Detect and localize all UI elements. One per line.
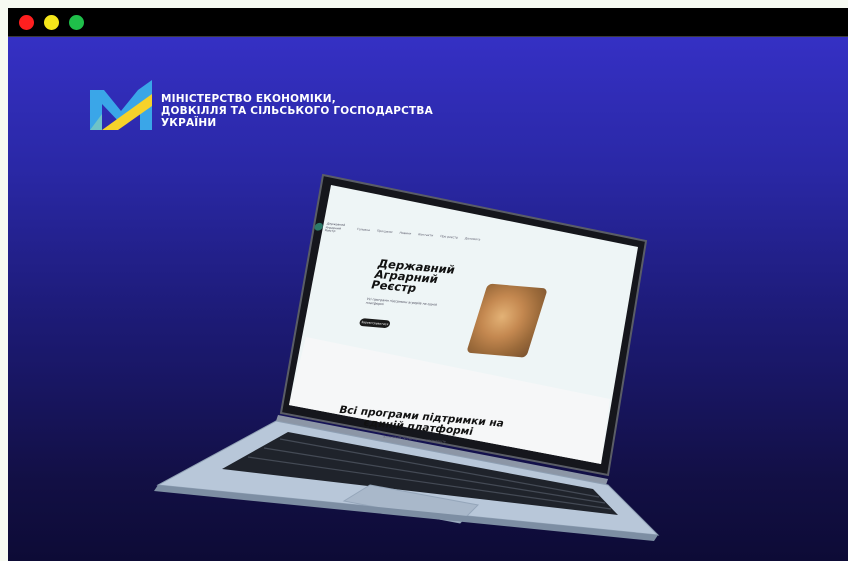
site-menu-item: Головна xyxy=(356,227,371,233)
page-content: МІНІСТЕРСТВО ЕКОНОМІКИ, ДОВКІЛЛЯ ТА СІЛЬ… xyxy=(8,37,848,561)
site-hero-button: Зареєструватися xyxy=(358,318,391,329)
site-hero-subtitle: Усі програми підтримки аграріїв на одній… xyxy=(365,296,438,307)
site-menu-item: Програми xyxy=(376,228,394,234)
close-window-button[interactable] xyxy=(19,15,34,30)
ministry-name-line-2: ДОВКІЛЛЯ ТА СІЛЬСЬКОГО ГОСПОДАРСТВА xyxy=(161,105,433,117)
minimize-window-button[interactable] xyxy=(44,15,59,30)
site-menu-item: Контакти xyxy=(417,232,434,238)
ministry-name-line-3: УКРАЇНИ xyxy=(161,117,217,129)
site-menu-item: Допомога xyxy=(464,236,482,242)
site-wheat-photo xyxy=(466,283,548,358)
ministry-name: МІНІСТЕРСТВО ЕКОНОМІКИ, ДОВКІЛЛЯ ТА СІЛЬ… xyxy=(161,93,491,129)
site-logo-text: Державний Аграрний Реєстр xyxy=(324,221,346,234)
ministry-logo-icon xyxy=(90,80,152,130)
ministry-name-line-1: МІНІСТЕРСТВО ЕКОНОМІКИ, xyxy=(161,93,336,105)
site-menu-item: Про реєстр xyxy=(439,234,459,240)
site-logo-icon xyxy=(313,222,324,231)
maximize-window-button[interactable] xyxy=(69,15,84,30)
window-titlebar xyxy=(8,8,848,37)
site-menu: Головна Програми Новини Контакти Про реє… xyxy=(356,227,481,241)
app-window: МІНІСТЕРСТВО ЕКОНОМІКИ, ДОВКІЛЛЯ ТА СІЛЬ… xyxy=(8,8,848,561)
site-hero-title: Державний Аграрний Реєстр xyxy=(369,256,458,295)
site-menu-item: Новини xyxy=(398,230,412,236)
